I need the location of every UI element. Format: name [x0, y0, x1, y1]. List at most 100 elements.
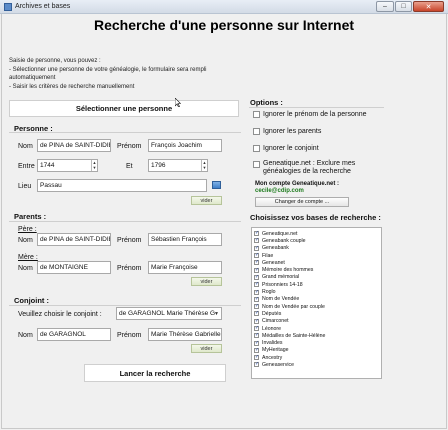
conjoint-select-value: de GARAGNOL Marie Thérèse Gabrielle — [119, 310, 215, 317]
list-item[interactable]: Geneaservice — [254, 361, 379, 368]
option-ignore-prenom[interactable]: Ignorer le prénom de la personne — [253, 111, 367, 118]
checkbox[interactable] — [254, 354, 259, 361]
minimize-button[interactable]: ‒ — [376, 1, 394, 12]
base-label: Cimarconet — [262, 318, 289, 325]
pere-prenom-input[interactable]: Sébastien François — [148, 233, 222, 246]
checkbox[interactable] — [254, 245, 259, 251]
list-item[interactable]: Mémoire des hommes — [254, 266, 379, 273]
personne-vider-button[interactable]: vider — [191, 196, 222, 205]
intro-text: Saisie de personne, vous pouvez : - Séle… — [9, 57, 249, 91]
list-item[interactable]: Geneabank couple — [254, 237, 379, 244]
conjoint-select[interactable]: de GARAGNOL Marie Thérèse Gabrielle ▼ — [116, 307, 222, 320]
list-item[interactable]: Cimarconet — [254, 318, 379, 325]
list-item[interactable]: Prisonniers 14-18 — [254, 281, 379, 288]
base-label: Geneabank — [262, 245, 289, 252]
list-item[interactable]: Invalides — [254, 339, 379, 346]
intro-line: Saisie de personne, vous pouvez : — [9, 58, 101, 64]
checkbox[interactable] — [254, 303, 259, 310]
pere-prenom-label: Prénom — [117, 237, 142, 244]
mere-prenom-input[interactable]: Marie Françoise — [148, 261, 222, 274]
checkbox[interactable] — [253, 145, 260, 152]
checkbox[interactable] — [254, 347, 259, 353]
lieu-label: Lieu — [18, 183, 32, 190]
checkbox[interactable] — [254, 267, 259, 273]
option-label: Ignorer le conjoint — [263, 145, 319, 152]
conjoint-label: Conjoint : — [14, 296, 49, 305]
checkbox[interactable] — [254, 252, 259, 259]
checkbox[interactable] — [254, 340, 259, 346]
parents-vider-button[interactable]: vider — [191, 277, 222, 286]
list-item[interactable]: Nom de Vendée par couple — [254, 303, 379, 310]
mere-prenom-label: Prénom — [117, 265, 142, 272]
change-account-button[interactable]: Changer de compte ... — [255, 197, 349, 207]
option-ignore-parents[interactable]: Ignorer les parents — [253, 128, 321, 135]
et-year-value: 1796 — [151, 162, 166, 169]
conjoint-vider-button[interactable]: vider — [191, 344, 222, 353]
list-item[interactable]: Léonore — [254, 325, 379, 332]
parents-label: Parents : — [14, 212, 47, 221]
base-label: Ancestry — [262, 354, 283, 361]
checkbox[interactable] — [254, 259, 259, 266]
conjoint-nom-input[interactable]: de GARAGNOL — [37, 328, 111, 341]
list-item[interactable]: Geneabank — [254, 245, 379, 252]
checkbox[interactable] — [253, 161, 260, 168]
checkbox[interactable] — [254, 274, 259, 280]
app-icon — [4, 3, 12, 11]
divider — [249, 107, 384, 108]
base-label: Geneanet — [262, 259, 285, 266]
list-item[interactable]: Médailles de Sainte-Hélène — [254, 332, 379, 339]
checkbox[interactable] — [253, 111, 260, 118]
et-year-stepper[interactable]: 1796 ▲ ▼ — [148, 159, 208, 172]
list-item[interactable]: Ancestry — [254, 354, 379, 361]
checkbox[interactable] — [254, 325, 259, 331]
list-item[interactable]: Geneatique.net — [254, 230, 379, 237]
divider — [9, 221, 241, 222]
maximize-button[interactable]: □ — [395, 1, 412, 12]
checkbox[interactable] — [254, 237, 259, 244]
intro-line: - Saisir les critères de recherche manue… — [9, 83, 135, 90]
list-item[interactable]: Députés — [254, 310, 379, 317]
checkbox[interactable] — [254, 289, 259, 295]
list-item[interactable]: Roglo — [254, 288, 379, 295]
et-label: Et — [126, 163, 133, 170]
base-label: Députés — [262, 310, 282, 317]
checkbox[interactable] — [254, 318, 259, 324]
base-label: MyHeritage — [262, 347, 289, 354]
option-exclude-genealogies[interactable]: Geneatique.net : Exclure mes généalogies… — [253, 160, 381, 176]
checkbox[interactable] — [254, 332, 259, 339]
launch-search-button[interactable]: Lancer la recherche — [84, 364, 226, 382]
base-label: Invalides — [262, 340, 283, 347]
checkbox[interactable] — [254, 296, 259, 302]
lieu-input[interactable]: Passau — [37, 179, 207, 192]
option-ignore-conjoint[interactable]: Ignorer le conjoint — [253, 145, 319, 152]
divider — [9, 305, 241, 306]
mere-label: Mère : — [18, 254, 38, 261]
option-label: Ignorer le prénom de la personne — [263, 111, 367, 118]
personne-prenom-input[interactable]: François Joachim — [148, 139, 222, 152]
checkbox[interactable] — [253, 128, 260, 135]
checkbox[interactable] — [254, 310, 259, 317]
window-title: Archives et bases — [15, 3, 71, 10]
checkbox[interactable] — [254, 230, 259, 237]
list-item[interactable]: MyHeritage — [254, 347, 379, 354]
list-item[interactable]: Nom de Vendée — [254, 296, 379, 303]
mere-nom-input[interactable]: de MONTAIGNE — [37, 261, 111, 274]
list-item[interactable]: Filae — [254, 252, 379, 259]
page-title: Recherche d'une personne sur Internet — [93, 17, 355, 33]
list-item[interactable]: Grand mémorial — [254, 274, 379, 281]
entre-year-stepper[interactable]: 1744 ▲ ▼ — [37, 159, 98, 172]
select-person-button[interactable]: Sélectionner une personne — [9, 100, 239, 117]
base-label: Geneaservice — [262, 361, 295, 368]
checkbox[interactable] — [254, 361, 259, 368]
pere-nom-input[interactable]: de PINA de SAINT-DIDIER — [37, 233, 111, 246]
option-label: Ignorer les parents — [263, 128, 322, 135]
close-button[interactable]: ✕ — [413, 1, 444, 12]
checkbox[interactable] — [254, 281, 259, 288]
spin-arrows-icon[interactable]: ▲ ▼ — [91, 160, 97, 171]
conjoint-prenom-input[interactable]: Marie Thérèse Gabrielle — [148, 328, 222, 341]
list-item[interactable]: Geneanet — [254, 259, 379, 266]
personne-nom-input[interactable]: de PINA de SAINT-DIDIER — [37, 139, 111, 152]
spin-arrows-icon[interactable]: ▲ ▼ — [201, 160, 207, 171]
bases-list[interactable]: Geneatique.net Geneabank couple Geneaban… — [251, 227, 382, 379]
place-picker-icon[interactable] — [212, 181, 221, 189]
